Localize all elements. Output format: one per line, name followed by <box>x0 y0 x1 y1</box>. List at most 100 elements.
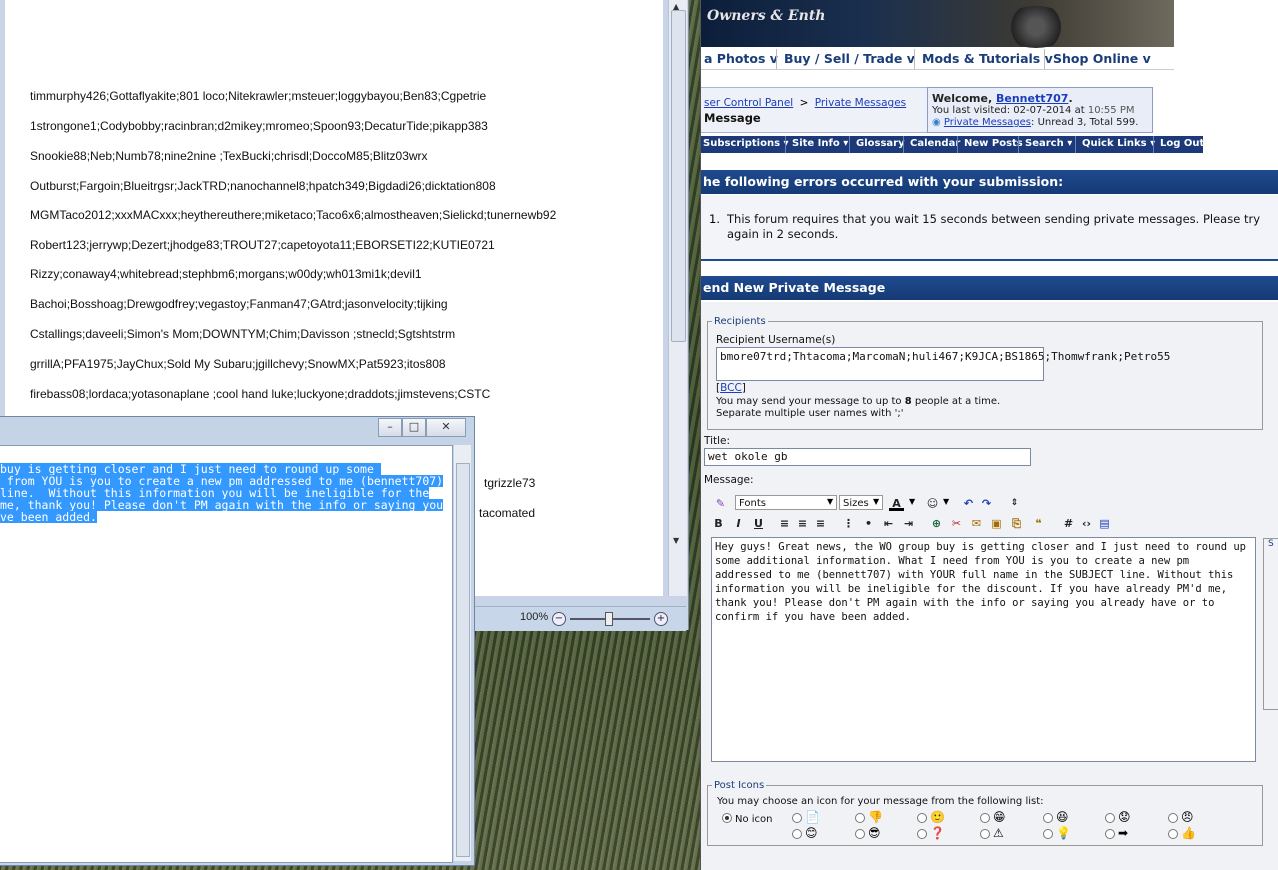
zoom-in-icon[interactable]: + <box>654 612 668 626</box>
post-icons-legend: Post Icons <box>714 780 765 791</box>
align-center-icon[interactable]: ≡ <box>795 516 810 531</box>
post-icon-radio[interactable] <box>980 813 990 823</box>
post-icon-radio[interactable] <box>1043 829 1053 839</box>
menu-quick-links[interactable]: Quick Links ▾ <box>1082 138 1155 149</box>
pm-link[interactable]: Private Messages <box>944 117 1031 128</box>
size-dropdown-icon[interactable]: ▼ <box>873 497 879 506</box>
no-icon-radio[interactable] <box>722 813 732 823</box>
pm-icon: ◉ <box>932 117 941 128</box>
zoom-level[interactable]: 100% <box>520 611 548 623</box>
post-icon-radio[interactable] <box>1105 829 1115 839</box>
recipient-input[interactable]: bmore07trd;Thtacoma;MarcomaN;huli467;K9J… <box>716 347 1170 381</box>
doc-vertical-scrollbar[interactable]: ▲ ▼ <box>668 0 687 596</box>
error-message-line: This forum requires that you wait 15 sec… <box>727 212 1260 226</box>
insert-email-icon[interactable]: ✉ <box>969 516 984 531</box>
color-dropdown-icon[interactable]: ▼ <box>909 497 915 506</box>
insert-quote-icon[interactable]: ❝ <box>1031 516 1046 531</box>
smilies-icon[interactable]: ☺ <box>925 496 940 511</box>
post-icon-radio[interactable] <box>1105 813 1115 823</box>
breadcrumb-user-cp[interactable]: ser Control Panel <box>704 97 793 109</box>
post-icon-radio[interactable] <box>792 829 802 839</box>
wrap-html-icon[interactable]: ▤ <box>1097 516 1112 531</box>
notepad-scroll-thumb[interactable] <box>456 463 470 857</box>
post-icon-radio[interactable] <box>1168 829 1178 839</box>
underline-icon[interactable]: U <box>751 516 766 531</box>
post-icon-radio[interactable] <box>980 829 990 839</box>
insert-link-icon[interactable]: ⊕ <box>929 516 944 531</box>
post-icon-thumbs-up-icon: 👍 <box>1181 826 1196 840</box>
doc-line: Snookie88;Neb;Numb78;nine2nine ;TexBucki… <box>30 149 428 163</box>
switch-editor-icon[interactable]: ✎ <box>713 496 728 511</box>
font-dropdown-icon[interactable]: ▼ <box>827 497 833 506</box>
doc-line: firebass08;lordaca;yotasonaplane ;cool h… <box>30 387 491 401</box>
notepad-text-area[interactable]: buy is getting closer and I just need to… <box>0 445 453 863</box>
post-icon-happy-icon: 😊 <box>805 826 818 840</box>
welcome-box: Welcome, Bennett707. You last visited: 0… <box>927 87 1153 133</box>
bcc-link[interactable]: BCC <box>720 382 742 394</box>
insert-attachment-icon[interactable]: ⎘ <box>1009 516 1024 531</box>
post-icon-angry-icon: 😠 <box>1181 810 1194 824</box>
notepad-scrollbar[interactable] <box>454 445 471 861</box>
zoom-slider-knob[interactable] <box>605 612 613 626</box>
undo-icon[interactable]: ↶ <box>961 496 976 511</box>
menu-calendar[interactable]: Calendar <box>910 138 960 149</box>
menu-new-posts[interactable]: New Posts <box>964 138 1023 149</box>
doc-line: Robert123;jerrywp;Dezert;jhodge83;TROUT2… <box>30 238 495 252</box>
message-body-input[interactable]: Hey guys! Great news, the WO group buy i… <box>711 537 1256 762</box>
post-icon-radio[interactable] <box>792 813 802 823</box>
resize-editor-icon[interactable]: ⇕ <box>1007 496 1022 511</box>
notepad-selected-line: ve been added. <box>0 510 97 524</box>
send-pm-header-text: end New Private Message <box>703 280 886 295</box>
nav-tab-photos[interactable]: a Photos v <box>704 51 778 66</box>
zoom-out-icon[interactable]: − <box>552 612 566 626</box>
redo-icon[interactable]: ↷ <box>979 496 994 511</box>
menu-glossary[interactable]: Glossary <box>856 138 905 149</box>
post-icon-radio[interactable] <box>917 813 927 823</box>
align-left-icon[interactable]: ≡ <box>777 516 792 531</box>
separator-note: Separate multiple user names with ';' <box>716 408 904 419</box>
insert-image-icon[interactable]: ▣ <box>989 516 1004 531</box>
smilies-dropdown-icon[interactable]: ▼ <box>943 497 949 506</box>
nav-tab-buy-sell-trade[interactable]: Buy / Sell / Trade v <box>784 51 915 66</box>
post-icon-radio[interactable] <box>1043 813 1053 823</box>
wrap-hash-icon[interactable]: # <box>1061 516 1076 531</box>
post-icon-radio[interactable] <box>855 813 865 823</box>
recipient-label: Recipient Username(s) <box>716 334 836 346</box>
notepad-titlebar[interactable]: – □ ✕ <box>0 417 474 439</box>
menu-site-info[interactable]: Site Info ▾ <box>792 138 848 149</box>
breadcrumb-private-messages[interactable]: Private Messages <box>815 97 906 109</box>
title-input[interactable]: wet okole gb <box>704 448 1031 466</box>
post-icon-smile-icon: 🙂 <box>930 810 945 824</box>
bold-icon[interactable]: B <box>711 516 726 531</box>
outdent-icon[interactable]: ⇤ <box>881 516 896 531</box>
welcome-user-link[interactable]: Bennett707 <box>996 92 1068 105</box>
indent-icon[interactable]: ⇥ <box>901 516 916 531</box>
wrap-code-icon[interactable]: ‹› <box>1079 516 1094 531</box>
minimize-icon[interactable]: – <box>378 418 402 437</box>
editor-toolbar-row-1: ✎ Fonts ▼ Sizes ▼ A ▼ ☺ ▼ ↶ ↷ ⇕ <box>711 494 1111 514</box>
post-icon-radio[interactable] <box>917 829 927 839</box>
ordered-list-icon[interactable]: ⋮ <box>841 516 856 531</box>
menu-log-out[interactable]: Log Out <box>1160 138 1204 149</box>
maximize-icon[interactable]: □ <box>402 418 426 437</box>
menu-subscriptions[interactable]: Subscriptions ▾ <box>703 138 789 149</box>
post-icon-radio[interactable] <box>855 829 865 839</box>
align-right-icon[interactable]: ≡ <box>813 516 828 531</box>
menu-search[interactable]: Search ▾ <box>1025 138 1072 149</box>
text-color-icon[interactable]: A <box>889 496 904 511</box>
send-pm-header: end New Private Message <box>701 276 1278 300</box>
nav-tab-shop-online[interactable]: Shop Online v <box>1053 51 1151 66</box>
unordered-list-icon[interactable]: • <box>861 516 876 531</box>
post-icon-question-icon: ❓ <box>930 826 945 840</box>
font-select[interactable]: Fonts <box>735 495 837 510</box>
remove-link-icon[interactable]: ✂ <box>949 516 964 531</box>
scroll-thumb[interactable] <box>671 10 686 342</box>
title-label: Title: <box>704 435 731 447</box>
doc-peek-text: tacomated <box>479 506 536 520</box>
post-icon-document-icon: 📄 <box>805 810 820 824</box>
scroll-down-icon[interactable]: ▼ <box>673 536 679 545</box>
nav-tab-mods-tutorials[interactable]: Mods & Tutorials v <box>922 51 1053 66</box>
italic-icon[interactable]: I <box>731 516 746 531</box>
post-icon-radio[interactable] <box>1168 813 1178 823</box>
close-icon[interactable]: ✕ <box>426 418 466 437</box>
